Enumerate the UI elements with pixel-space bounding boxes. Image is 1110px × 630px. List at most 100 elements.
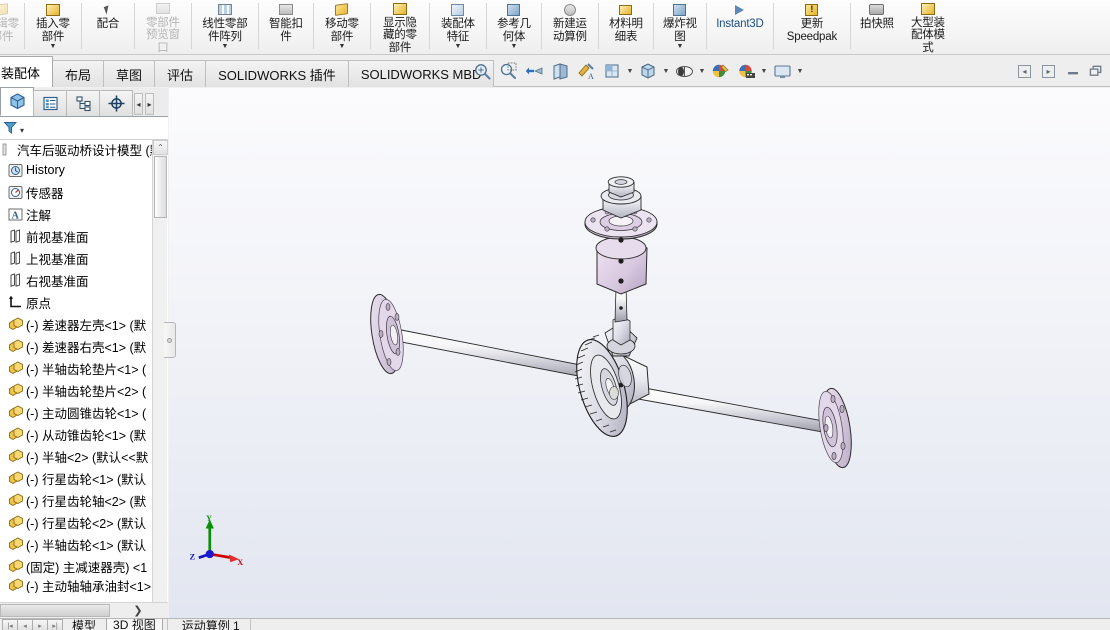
ribbon-label: Instant3D	[716, 18, 764, 30]
scroll-right-button[interactable]: ❯	[130, 603, 146, 618]
tree-item-front-plane[interactable]: 前视基准面	[0, 225, 168, 247]
tree-item-label: (-) 行星齿轮<2> (默认	[26, 516, 147, 531]
ribbon-button-update-speedpak[interactable]: 更新 Speedpak	[776, 0, 848, 54]
chevron-down-icon[interactable]: ▼	[676, 43, 683, 50]
view-orientation-paint-icon[interactable]: A	[574, 59, 598, 83]
ribbon-label: 配合	[96, 18, 120, 30]
tree-filter-bar[interactable]: ▾	[0, 117, 168, 140]
tree-item-component-2[interactable]: (-) 半轴齿轮垫片<1> (	[0, 357, 168, 379]
ribbon-button-insert-component[interactable]: 插入零 部件 ▼	[27, 0, 79, 54]
tree-item-component-3[interactable]: (-) 半轴齿轮垫片<2> (	[0, 379, 168, 401]
tree-item-component-11[interactable]: (固定) 主减速器壳) <1	[0, 555, 168, 577]
view-orientation-icon[interactable]	[600, 59, 624, 83]
graphics-viewport[interactable]: Y X Z	[169, 88, 1110, 618]
ribbon-button-reference-geometry[interactable]: 参考几 何体 ▼	[489, 0, 539, 54]
ribbon-button-component-preview-window[interactable]: 零部件 预览窗 口	[137, 0, 189, 54]
ribbon-button-instant3d[interactable]: Instant3D	[709, 0, 771, 54]
tab-sketch[interactable]: 草图	[104, 60, 156, 87]
chevron-down-icon[interactable]: ▼	[626, 68, 634, 75]
scrollbar-thumb[interactable]	[154, 156, 167, 218]
tree-item-component-8[interactable]: (-) 行星齿轮轴<2> (默	[0, 489, 168, 511]
minimize-button[interactable]	[1065, 64, 1080, 79]
chevron-down-icon[interactable]: ▼	[510, 43, 517, 50]
chevron-down-icon[interactable]: ▼	[454, 43, 461, 50]
tab-assembly[interactable]: 装配体	[0, 56, 54, 87]
ribbon-button-large-assembly-mode[interactable]: 大型装 配体模 式	[901, 0, 955, 54]
chevron-down-icon[interactable]: ▼	[338, 43, 345, 50]
first-tab-button[interactable]: |◂	[2, 619, 18, 630]
tree-item-component-0[interactable]: (-) 差速器左壳<1> (默	[0, 313, 168, 335]
tree-item-label: 右视基准面	[26, 274, 89, 289]
dimxpert-manager-tab[interactable]	[99, 90, 133, 116]
chevron-down-icon[interactable]: ▼	[221, 43, 228, 50]
restore-window-button[interactable]	[1089, 64, 1104, 79]
bottom-tab-3d-views[interactable]: 3D 视图	[106, 619, 163, 630]
tree-item-component-9[interactable]: (-) 行星齿轮<2> (默认	[0, 511, 168, 533]
scroll-up-button[interactable]: ⌃	[153, 140, 168, 155]
chevron-down-icon[interactable]: ▼	[760, 68, 768, 75]
display-style-icon[interactable]	[636, 59, 660, 83]
ribbon-button-mate[interactable]: 配合	[84, 0, 132, 54]
ribbon-button-show-hidden-components[interactable]: 显示隐 藏的零 部件	[373, 0, 427, 54]
apply-scene-icon[interactable]	[734, 59, 758, 83]
hide-show-items-icon[interactable]	[672, 59, 696, 83]
feature-tree-cube-icon	[9, 93, 25, 110]
cad-model-rear-axle-assembly[interactable]	[169, 88, 1110, 618]
tree-item-history[interactable]: History	[0, 159, 168, 181]
previous-tab-button[interactable]: ◂	[17, 619, 33, 630]
tree-item-right-plane[interactable]: 右视基准面	[0, 269, 168, 291]
next-tab-button[interactable]: ▸	[32, 619, 48, 630]
tree-item-top-plane[interactable]: 上视基准面	[0, 247, 168, 269]
tree-item-component-5[interactable]: (-) 从动锥齿轮<1> (默	[0, 423, 168, 445]
tree-item-component-7[interactable]: (-) 行星齿轮<1> (默认	[0, 467, 168, 489]
tree-item-component-4[interactable]: (-) 主动圆锥齿轮<1> (	[0, 401, 168, 423]
tree-item-component-12[interactable]: (-) 主动轴轴承油封<1>	[0, 577, 168, 593]
ribbon-button-assembly-features[interactable]: 装配体 特征 ▼	[432, 0, 484, 54]
tree-item-component-6[interactable]: (-) 半轴<2> (默认<<默	[0, 445, 168, 467]
bottom-tab-motion-study[interactable]: 运动算例 1	[176, 619, 246, 630]
tree-vertical-scrollbar[interactable]: ⌃ ⌄	[152, 140, 168, 630]
tree-item-sensors[interactable]: 传感器	[0, 181, 168, 203]
tree-root-item[interactable]: 汽车后驱动桥设计模型 (默	[0, 140, 168, 159]
next-tab-icon: ▸	[38, 622, 42, 630]
ribbon-label: 爆炸视 图	[662, 18, 697, 43]
ribbon-button-new-motion-study[interactable]: 新建运 动算例	[544, 0, 596, 54]
zoom-to-area-icon[interactable]	[496, 59, 520, 83]
chevron-down-icon[interactable]: ▾	[20, 126, 24, 135]
view-settings-icon[interactable]	[770, 59, 794, 83]
tree-item-component-1[interactable]: (-) 差速器右壳<1> (默	[0, 335, 168, 357]
chevron-down-icon[interactable]: ▼	[662, 68, 670, 75]
ribbon-button-take-snapshot[interactable]: 拍快照	[853, 0, 901, 54]
chevron-down-icon[interactable]: ▼	[698, 68, 706, 75]
ribbon-button-smart-fasteners[interactable]: 智能扣 件	[261, 0, 311, 54]
property-manager-tab[interactable]	[33, 90, 67, 116]
chevron-down-icon[interactable]: ▼	[796, 68, 804, 75]
scroll-left-button[interactable]: ◂	[134, 93, 143, 115]
scroll-right-button[interactable]: ▸	[145, 93, 154, 115]
bottom-tab-model[interactable]: 模型	[66, 619, 102, 630]
feature-manager-tab[interactable]	[0, 87, 34, 116]
tab-evaluate[interactable]: 评估	[155, 60, 207, 87]
hscrollbar-thumb[interactable]	[0, 604, 110, 617]
tab-layout[interactable]: 布局	[53, 60, 105, 87]
ribbon-button-exploded-view[interactable]: 爆炸视 图 ▼	[656, 0, 704, 54]
tree-item-origin[interactable]: 原点	[0, 291, 168, 313]
edit-appearance-icon[interactable]	[708, 59, 732, 83]
panel-splitter-handle[interactable]	[164, 322, 176, 358]
ribbon-button-move-component[interactable]: 移动零 部件 ▼	[316, 0, 368, 54]
ribbon-button-edit-component[interactable]: 编辑零 部件	[0, 0, 22, 54]
section-view-icon[interactable]	[548, 59, 572, 83]
ribbon-button-bill-of-materials[interactable]: 材料明 细表	[601, 0, 651, 54]
previous-view-icon[interactable]	[522, 59, 546, 83]
configuration-manager-tab[interactable]	[66, 90, 100, 116]
tree-horizontal-scrollbar[interactable]: ❯	[0, 602, 168, 618]
expand-right-panel-button[interactable]: ▸	[1041, 64, 1056, 79]
zoom-to-fit-icon[interactable]	[470, 59, 494, 83]
tree-item-component-10[interactable]: (-) 半轴齿轮<1> (默认	[0, 533, 168, 555]
chevron-down-icon[interactable]: ▼	[49, 43, 56, 50]
collapse-left-panel-button[interactable]: ◂	[1017, 64, 1032, 79]
tree-item-annotations[interactable]: A 注解	[0, 203, 168, 225]
last-tab-button[interactable]: ▸|	[47, 619, 63, 630]
tab-solidworks-addins[interactable]: SOLIDWORKS 插件	[206, 60, 349, 87]
ribbon-button-linear-component-pattern[interactable]: 线性零部 件阵列 ▼	[194, 0, 256, 54]
